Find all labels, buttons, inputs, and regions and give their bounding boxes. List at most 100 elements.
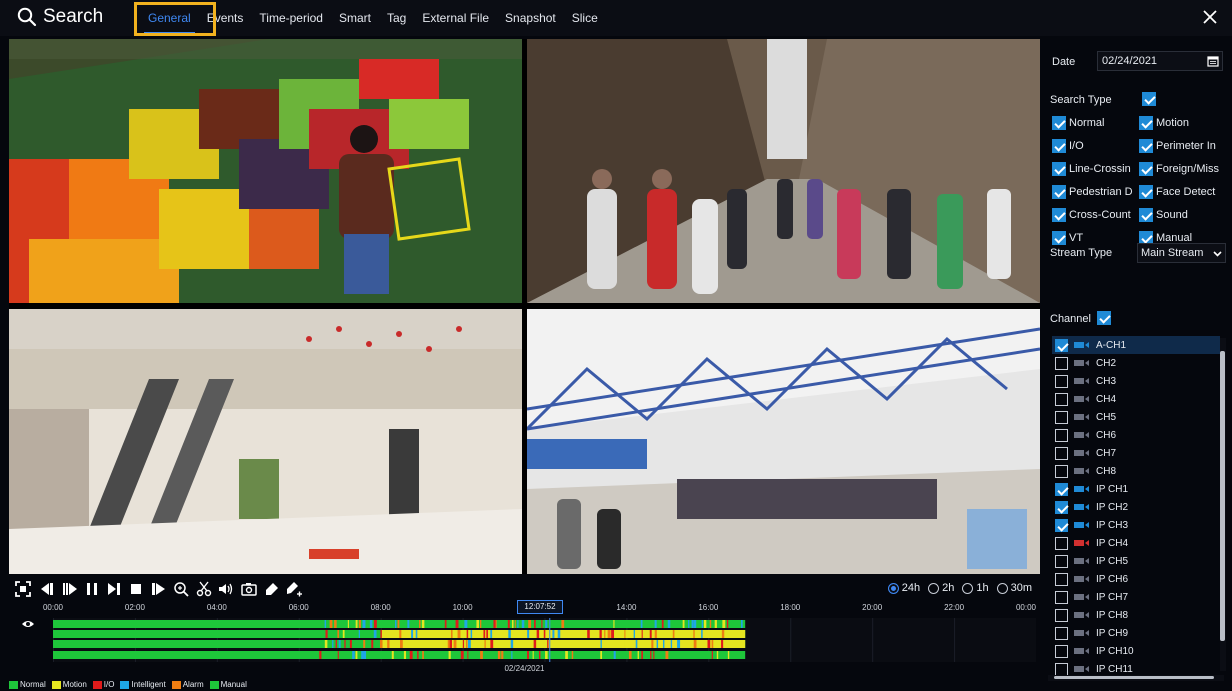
tab-external-file[interactable]: External File [414,0,497,36]
video-tile-1[interactable] [9,39,522,303]
zoom-option-30m[interactable]: 30m [996,582,1032,594]
video-tile-3[interactable] [9,309,522,574]
channel-checkbox[interactable] [1055,554,1068,568]
channel-checkbox[interactable] [1055,572,1068,586]
zoom-option-1h[interactable]: 1h [962,582,989,594]
tab-tag[interactable]: Tag [379,0,414,36]
date-field[interactable]: 02/24/2021 [1097,51,1223,71]
checkbox[interactable] [1052,208,1066,222]
zoom-option-24h[interactable]: 24h [887,582,920,594]
search-type-option[interactable]: Cross-Count [1052,208,1138,222]
radio-icon[interactable] [996,582,1008,594]
channel-row[interactable]: IP CH7 [1052,588,1220,606]
checkbox[interactable] [1139,139,1153,153]
channel-row[interactable]: CH7 [1052,444,1220,462]
tab-snapshot[interactable]: Snapshot [497,0,564,36]
fullscreen-icon[interactable] [14,580,32,598]
search-type-option[interactable]: Face Detect [1139,185,1229,199]
radio-icon[interactable] [928,582,940,594]
tab-slice[interactable]: Slice [564,0,606,36]
checkbox[interactable] [1139,162,1153,176]
video-tile-4[interactable] [527,309,1040,574]
channel-row[interactable]: IP CH9 [1052,624,1220,642]
channel-row[interactable]: IP CH1 [1052,480,1220,498]
checkbox[interactable] [1139,116,1153,130]
close-icon[interactable] [1202,9,1218,25]
channel-checkbox[interactable] [1055,608,1068,622]
search-type-option[interactable]: I/O [1052,139,1138,153]
channel-row[interactable]: IP CH5 [1052,552,1220,570]
search-type-option[interactable]: Pedestrian D [1052,185,1138,199]
channel-checkbox[interactable] [1055,464,1068,478]
channel-row[interactable]: A-CH1 [1052,336,1220,354]
checkbox[interactable] [1139,185,1153,199]
checkbox[interactable] [1052,116,1066,130]
channel-row[interactable]: IP CH4 [1052,534,1220,552]
channel-checkbox[interactable] [1055,590,1068,604]
channel-checkbox[interactable] [1055,626,1068,640]
channel-checkbox[interactable] [1055,518,1068,532]
search-type-all-checkbox[interactable] [1142,92,1156,106]
search-type-option[interactable]: Motion [1139,116,1229,130]
channel-checkbox[interactable] [1055,662,1068,676]
channel-row[interactable]: IP CH3 [1052,516,1220,534]
video-tile-2[interactable] [527,39,1040,303]
channel-checkbox[interactable] [1055,338,1068,352]
search-type-option[interactable]: Line-Crossin [1052,162,1138,176]
channel-checkbox[interactable] [1055,536,1068,550]
search-type-option[interactable]: Sound [1139,208,1229,222]
channel-row[interactable]: CH3 [1052,372,1220,390]
add-tag-icon[interactable] [285,580,303,598]
channel-row[interactable]: CH4 [1052,390,1220,408]
channel-checkbox[interactable] [1055,410,1068,424]
search-type-option[interactable]: Foreign/Miss [1139,162,1229,176]
tab-events[interactable]: Events [199,0,252,36]
calendar-icon[interactable] [1207,55,1219,67]
channel-checkbox[interactable] [1055,392,1068,406]
channel-row[interactable]: IP CH8 [1052,606,1220,624]
clip-icon[interactable] [195,580,213,598]
channel-row[interactable]: IP CH2 [1052,498,1220,516]
search-type-option[interactable]: Normal [1052,116,1138,130]
next-frame-icon[interactable] [105,580,123,598]
tag-icon[interactable] [263,580,281,598]
eye-icon[interactable] [21,619,35,629]
zoom-option-2h[interactable]: 2h [928,582,954,594]
radio-icon[interactable] [887,582,899,594]
timeline-track-area[interactable] [53,618,1037,662]
channel-row[interactable]: CH6 [1052,426,1220,444]
current-time-indicator[interactable]: 12:07:52 [517,600,563,614]
channel-row[interactable]: CH2 [1052,354,1220,372]
checkbox[interactable] [1139,208,1153,222]
rewind-icon[interactable] [39,580,57,598]
audio-icon[interactable] [217,580,235,598]
pause-icon[interactable] [83,580,101,598]
channel-checkbox[interactable] [1055,482,1068,496]
channel-row[interactable]: IP CH10 [1052,642,1220,660]
search-type-option[interactable]: VT [1052,231,1138,245]
zoom-icon[interactable] [172,580,190,598]
step-forward-icon[interactable] [61,580,79,598]
fast-forward-icon[interactable] [149,580,167,598]
channel-row[interactable]: CH8 [1052,462,1220,480]
tab-time-period[interactable]: Time-period [251,0,331,36]
stop-icon[interactable] [127,580,145,598]
channel-row[interactable]: CH5 [1052,408,1220,426]
checkbox[interactable] [1052,139,1066,153]
checkbox[interactable] [1052,231,1066,245]
tab-general[interactable]: General [140,0,199,36]
tab-smart[interactable]: Smart [331,0,379,36]
channel-checkbox[interactable] [1055,500,1068,514]
channel-list-scroll-thumb[interactable] [1220,351,1225,641]
stream-type-select[interactable]: Main Stream [1137,243,1226,263]
checkbox[interactable] [1052,185,1066,199]
channel-checkbox[interactable] [1055,356,1068,370]
channel-row[interactable]: IP CH11 [1052,660,1220,676]
checkbox[interactable] [1052,162,1066,176]
snapshot-icon[interactable] [240,580,258,598]
channel-checkbox[interactable] [1055,446,1068,460]
search-type-option[interactable]: Perimeter In [1139,139,1229,153]
channel-all-checkbox[interactable] [1097,311,1111,325]
channel-checkbox[interactable] [1055,644,1068,658]
channel-row[interactable]: IP CH6 [1052,570,1220,588]
